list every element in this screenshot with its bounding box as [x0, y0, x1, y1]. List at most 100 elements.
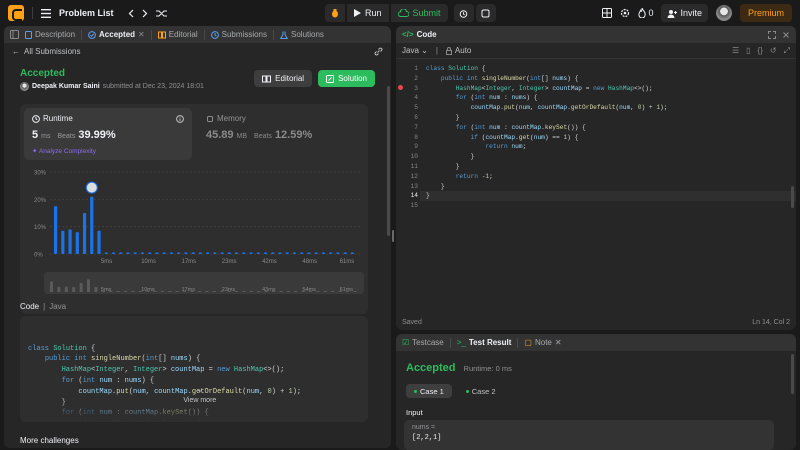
- tab-note[interactable]: ▢ Note ✕: [524, 338, 561, 347]
- view-more-button[interactable]: ⌄ View more: [20, 375, 368, 418]
- user-position-avatar[interactable]: [85, 181, 98, 194]
- chart-bar[interactable]: [104, 252, 108, 254]
- chart-bar[interactable]: [198, 252, 202, 254]
- expand-icon[interactable]: [768, 30, 776, 39]
- info-icon[interactable]: [176, 114, 184, 123]
- all-submissions-link[interactable]: ← All Submissions: [12, 47, 80, 56]
- chart-bar[interactable]: [271, 252, 275, 254]
- case-2-button[interactable]: Case 2: [458, 384, 504, 398]
- chart-bar[interactable]: [321, 252, 326, 254]
- bookmark-icon[interactable]: ▯: [746, 46, 750, 55]
- chart-bar[interactable]: [184, 252, 188, 254]
- prev-problem-icon[interactable]: [128, 9, 134, 18]
- close-tab-icon[interactable]: ✕: [555, 338, 562, 347]
- chart-bar[interactable]: [148, 252, 152, 254]
- chart-bar[interactable]: [278, 252, 282, 254]
- chart-bar[interactable]: [133, 252, 137, 254]
- premium-button[interactable]: Premium: [739, 4, 792, 22]
- chart-bar[interactable]: [155, 252, 159, 254]
- leetcode-logo[interactable]: [8, 5, 24, 21]
- chart-bar[interactable]: [90, 196, 94, 254]
- chart-bar[interactable]: [162, 252, 166, 254]
- panel-layout-icon[interactable]: [10, 30, 19, 39]
- chart-bar[interactable]: [300, 252, 304, 254]
- problem-list-link[interactable]: Problem List: [59, 8, 114, 18]
- tab-accepted[interactable]: Accepted ✕: [88, 30, 145, 39]
- format-icon[interactable]: ☰: [732, 46, 739, 55]
- chart-bar[interactable]: [336, 252, 340, 254]
- memory-box[interactable]: Memory 45.89 MB Beats 12.59%: [198, 108, 366, 160]
- chart-bar[interactable]: [242, 252, 246, 254]
- shuffle-icon[interactable]: [155, 9, 167, 18]
- tab-editorial[interactable]: Editorial: [157, 30, 198, 39]
- chart-bar[interactable]: [119, 252, 123, 254]
- range-minimap[interactable]: [44, 272, 364, 294]
- chart-bar[interactable]: [256, 252, 260, 254]
- chart-bar[interactable]: [111, 252, 116, 254]
- chart-bar[interactable]: [82, 213, 87, 254]
- vertical-splitter[interactable]: [392, 230, 394, 242]
- auto-mode-toggle[interactable]: Auto: [445, 46, 471, 55]
- chart-bar[interactable]: [169, 252, 174, 254]
- chart-bar[interactable]: [292, 252, 297, 254]
- case-1-button[interactable]: Case 1: [406, 384, 452, 398]
- chart-bar[interactable]: [249, 252, 253, 254]
- submit-button[interactable]: Submit: [390, 4, 448, 22]
- chart-bar[interactable]: [206, 252, 210, 254]
- chart-bar[interactable]: [97, 230, 101, 254]
- tab-test-result[interactable]: >_ Test Result: [457, 338, 512, 347]
- chart-bar[interactable]: [263, 252, 268, 254]
- left-scrollbar[interactable]: [387, 86, 390, 236]
- submitter-name[interactable]: Deepak Kumar Saini: [32, 83, 100, 90]
- notes-button[interactable]: [475, 4, 496, 22]
- next-problem-icon[interactable]: [142, 9, 148, 18]
- close-tab-icon[interactable]: ✕: [138, 30, 145, 39]
- chart-bar[interactable]: [191, 252, 195, 254]
- braces-icon[interactable]: {}: [758, 46, 763, 55]
- link-icon[interactable]: [374, 47, 383, 56]
- code-editor[interactable]: 1 2 3 4 5 6 7 8 9 10 11 12 13 14 15 class Solution { p…: [396, 60, 796, 220]
- debug-button[interactable]: [325, 4, 345, 22]
- streak-counter[interactable]: 0: [638, 8, 653, 18]
- chart-bar[interactable]: [285, 252, 289, 254]
- settings-gear-icon[interactable]: [620, 8, 630, 18]
- tab-description[interactable]: Description: [25, 30, 75, 39]
- chart-bar[interactable]: [307, 252, 311, 254]
- more-options-icon[interactable]: [782, 31, 790, 39]
- chart-bar[interactable]: [343, 252, 347, 254]
- chart-bar[interactable]: [234, 252, 239, 254]
- chart-bar[interactable]: [140, 252, 145, 254]
- chart-bar[interactable]: [329, 252, 333, 254]
- tab-testcase[interactable]: ☑ Testcase: [402, 338, 444, 347]
- chart-bar[interactable]: [126, 252, 130, 254]
- invite-button[interactable]: Invite: [661, 4, 708, 22]
- editor-scrollbar[interactable]: [791, 186, 794, 208]
- test-scrollbar[interactable]: [791, 354, 794, 394]
- fullscreen-icon[interactable]: ⤢: [784, 46, 790, 56]
- run-button[interactable]: Run: [347, 4, 389, 22]
- tab-submissions[interactable]: Submissions: [210, 30, 267, 39]
- tab-solutions[interactable]: Solutions: [280, 30, 324, 39]
- chart-bar[interactable]: [61, 230, 65, 254]
- language-select[interactable]: Java ⌄: [402, 46, 428, 55]
- submitter-avatar[interactable]: [20, 82, 29, 91]
- analyze-complexity-link[interactable]: ✦ Analyze Complexity: [32, 147, 184, 155]
- chart-bar[interactable]: [54, 206, 58, 254]
- chart-bar[interactable]: [68, 229, 72, 254]
- chart-bar[interactable]: [350, 252, 354, 254]
- chart-bar[interactable]: [177, 252, 181, 254]
- tab-code[interactable]: </> Code: [402, 30, 437, 39]
- reset-icon[interactable]: ↺: [770, 46, 777, 55]
- chart-bar[interactable]: [220, 252, 224, 254]
- user-avatar[interactable]: [715, 5, 732, 21]
- chart-bar[interactable]: [75, 232, 79, 254]
- alarm-button[interactable]: [453, 4, 474, 22]
- chart-bar[interactable]: [213, 252, 217, 254]
- runtime-box[interactable]: Runtime 5 ms Beats 39.99% ✦ Analyze Comp…: [24, 108, 192, 160]
- editorial-button[interactable]: Editorial: [254, 70, 313, 87]
- chart-bar[interactable]: [227, 252, 231, 254]
- solution-button[interactable]: Solution: [318, 70, 375, 87]
- problem-list-icon[interactable]: [41, 8, 51, 18]
- runtime-distribution-chart[interactable]: 30% 20% 10% 0% 5ms 10ms 17ms 23ms 42ms 48ms 61ms 5m…: [20, 164, 368, 314]
- chart-bar[interactable]: [314, 252, 318, 254]
